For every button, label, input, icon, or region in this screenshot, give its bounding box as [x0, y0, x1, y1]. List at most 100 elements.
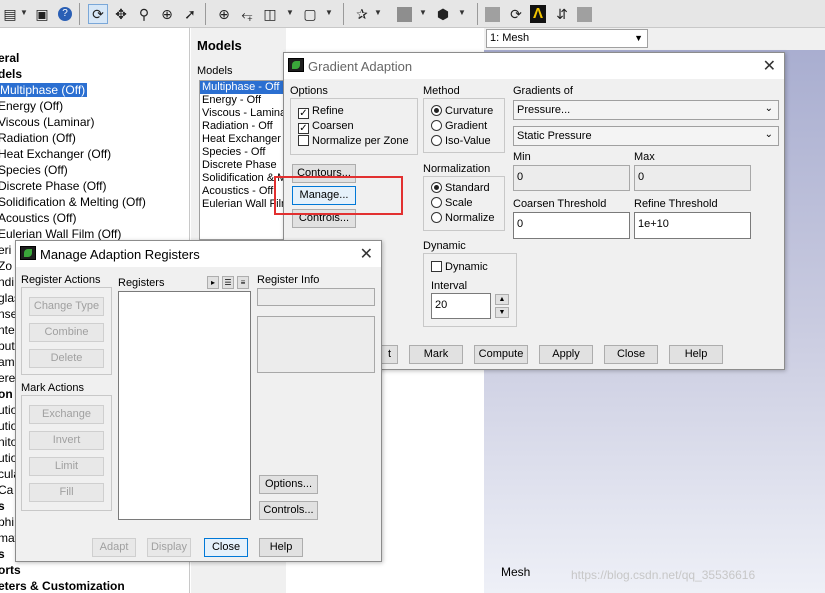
- tree-item[interactable]: eri: [0, 242, 11, 258]
- close-icon[interactable]: ✕: [763, 56, 776, 76]
- refine-checkbox[interactable]: ✓ Refine: [298, 105, 344, 119]
- options-group-label: Options: [290, 85, 328, 97]
- tree-item[interactable]: eral: [0, 50, 19, 66]
- invert-button[interactable]: Invert: [29, 431, 104, 450]
- tree-item[interactable]: Heat Exchanger (Off): [0, 146, 111, 162]
- delete-button[interactable]: Delete: [29, 349, 104, 368]
- probe-icon[interactable]: ➚: [180, 4, 200, 24]
- list-view-icon[interactable]: ☰: [222, 276, 234, 289]
- interval-down-button[interactable]: ▼: [495, 307, 509, 318]
- cube-dropdown-icon[interactable]: ▼: [458, 8, 466, 17]
- save-dropdown-icon[interactable]: ▼: [20, 8, 28, 17]
- dialog-title: Gradient Adaption: [308, 59, 413, 74]
- mark-button[interactable]: Mark: [409, 345, 463, 364]
- tree-item[interactable]: orts: [0, 562, 21, 578]
- dynamic-checkbox[interactable]: Dynamic: [431, 261, 488, 273]
- layout-dropdown-icon[interactable]: ▼: [325, 8, 333, 17]
- zoom-box-icon[interactable]: ⊕: [157, 4, 177, 24]
- camera-icon[interactable]: ▣: [32, 4, 52, 24]
- fit-zoom-icon[interactable]: ⊕: [214, 4, 234, 24]
- deselect-all-icon[interactable]: ≡: [237, 276, 249, 289]
- gray-box-icon[interactable]: [574, 4, 594, 24]
- mouse-probe-dropdown-icon[interactable]: ▼: [374, 8, 382, 17]
- normalization-scale-radio[interactable]: Scale: [431, 197, 473, 209]
- graphics-window-select[interactable]: 1: Mesh ▼: [486, 29, 648, 48]
- close-icon[interactable]: ✕: [360, 244, 373, 264]
- interval-up-button[interactable]: ▲: [495, 294, 509, 305]
- tree-item[interactable]: s: [0, 498, 5, 514]
- help-icon[interactable]: ?: [55, 4, 75, 24]
- exchange-button[interactable]: Exchange: [29, 405, 104, 424]
- save-icon[interactable]: ▤: [0, 4, 20, 24]
- gray-square-icon[interactable]: [394, 4, 414, 24]
- zoom-icon[interactable]: ⚲: [134, 4, 154, 24]
- options-button[interactable]: Options...: [259, 475, 318, 494]
- help-button[interactable]: Help: [669, 345, 723, 364]
- tree-item[interactable]: ndi: [0, 274, 14, 290]
- gradients-field-select[interactable]: Static Pressure ⌄: [513, 126, 779, 146]
- tree-item[interactable]: am: [0, 354, 15, 370]
- adapt-button[interactable]: Adapt: [92, 538, 136, 557]
- tree-item[interactable]: nte: [0, 322, 15, 338]
- refresh-icon[interactable]: ⟳: [506, 4, 526, 24]
- controls-button[interactable]: Controls...: [259, 501, 318, 520]
- fill-button[interactable]: Fill: [29, 483, 104, 502]
- stop-icon[interactable]: [482, 4, 502, 24]
- tree-item[interactable]: ere: [0, 370, 15, 386]
- apply-button[interactable]: Apply: [539, 345, 593, 364]
- tree-item[interactable]: eters & Customization: [0, 578, 125, 593]
- rotate-icon[interactable]: ⟳: [88, 4, 108, 24]
- refine-threshold-input[interactable]: 1e+10: [634, 212, 751, 239]
- parallel-icon[interactable]: ⇵: [552, 4, 572, 24]
- axes-icon[interactable]: ⥆: [237, 4, 257, 24]
- tree-item[interactable]: Viscous (Laminar): [0, 114, 94, 130]
- method-curvature-radio[interactable]: Curvature: [431, 105, 493, 117]
- method-isovalue-radio[interactable]: Iso-Value: [431, 135, 491, 147]
- tree-item[interactable]: s: [0, 546, 5, 562]
- tree-item[interactable]: on: [0, 386, 13, 402]
- gradients-category-select[interactable]: Pressure... ⌄: [513, 100, 779, 120]
- mark-actions-label: Mark Actions: [21, 382, 84, 394]
- method-gradient-radio[interactable]: Gradient: [431, 120, 487, 132]
- chevron-down-icon: ⌄: [764, 103, 773, 114]
- layout-icon[interactable]: ▢: [300, 4, 320, 24]
- gray-dropdown-icon[interactable]: ▼: [419, 8, 427, 17]
- help-button[interactable]: Help: [259, 538, 303, 557]
- interval-input[interactable]: 20: [431, 293, 491, 319]
- dialog-title: Manage Adaption Registers: [40, 247, 200, 262]
- mouse-probe-icon[interactable]: ✰: [352, 4, 372, 24]
- tree-item[interactable]: Acoustics (Off): [0, 210, 76, 226]
- tree-item[interactable]: Discrete Phase (Off): [0, 178, 106, 194]
- limit-button[interactable]: Limit: [29, 457, 104, 476]
- combine-button[interactable]: Combine: [29, 323, 104, 342]
- display-button[interactable]: Display: [147, 538, 191, 557]
- coarsen-threshold-input[interactable]: 0: [513, 212, 630, 239]
- view-dropdown-icon[interactable]: ▼: [286, 8, 294, 17]
- tree-item[interactable]: phi: [0, 514, 14, 530]
- compute-button[interactable]: Compute: [474, 345, 528, 364]
- normalization-standard-radio[interactable]: Standard: [431, 182, 490, 194]
- view-icon[interactable]: ◫: [260, 4, 280, 24]
- close-button[interactable]: Close: [204, 538, 248, 557]
- tree-item-label: Viscous (Laminar): [0, 115, 95, 129]
- change-type-button[interactable]: Change Type: [29, 297, 104, 316]
- tree-item[interactable]: Multiphase (Off): [0, 82, 88, 98]
- tree-item[interactable]: Solidification & Melting (Off): [0, 194, 146, 210]
- tree-item[interactable]: Energy (Off): [0, 98, 63, 114]
- max-label: Max: [634, 151, 655, 163]
- registers-list[interactable]: [118, 291, 251, 520]
- ansys-logo-icon[interactable]: Λ: [528, 4, 548, 24]
- chevron-down-icon: ⌄: [764, 129, 773, 140]
- cube-icon[interactable]: ⬢: [433, 4, 453, 24]
- select-all-icon[interactable]: ▸: [207, 276, 219, 289]
- coarsen-checkbox[interactable]: ✓ Coarsen: [298, 120, 354, 134]
- close-button[interactable]: Close: [604, 345, 658, 364]
- normalization-normalize-radio[interactable]: Normalize: [431, 212, 495, 224]
- normalize-per-zone-checkbox[interactable]: Normalize per Zone: [298, 135, 409, 147]
- tree-item[interactable]: Species (Off): [0, 162, 68, 178]
- tree-item[interactable]: Ca: [0, 482, 13, 498]
- pan-icon[interactable]: ✥: [111, 4, 131, 24]
- tree-item[interactable]: Radiation (Off): [0, 130, 76, 146]
- tree-item[interactable]: Zo: [0, 258, 12, 274]
- tree-item[interactable]: dels: [0, 66, 22, 82]
